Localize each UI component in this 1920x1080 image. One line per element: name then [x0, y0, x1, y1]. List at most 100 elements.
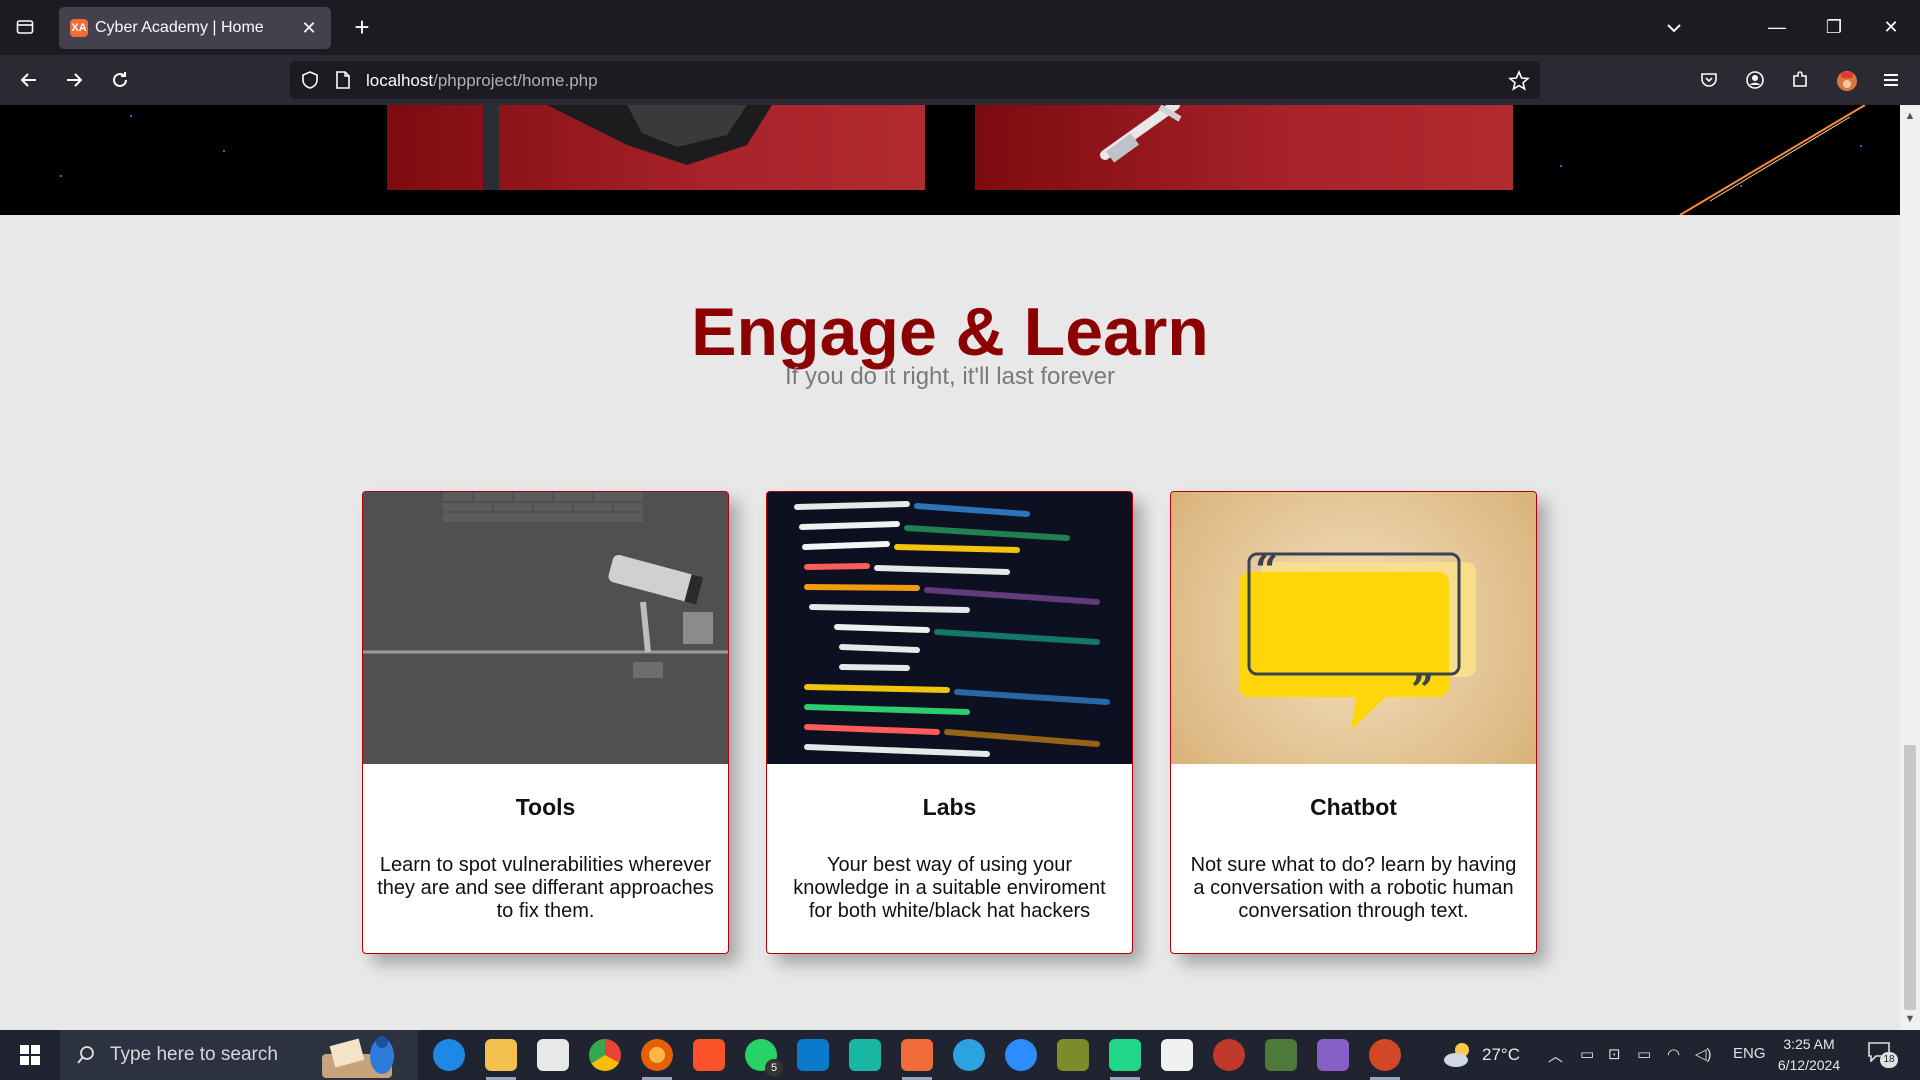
- address-bar[interactable]: localhost/phpproject/home.php: [290, 61, 1540, 99]
- svg-text:“: “: [1255, 547, 1278, 594]
- security-camera-icon: [363, 492, 728, 764]
- code-screen-icon: [767, 492, 1132, 764]
- new-tab-button[interactable]: +: [346, 12, 378, 44]
- battery-icon[interactable]: ▭: [1637, 1045, 1651, 1063]
- browser-tab-bar: XA Cyber Academy | Home ✕ + — ❐ ✕: [0, 0, 1920, 55]
- hacker-figure-icon: [483, 105, 772, 190]
- card-title: Labs: [922, 794, 977, 820]
- card-image-tools: [363, 492, 728, 764]
- device-icon[interactable]: ⊡: [1608, 1045, 1621, 1063]
- profile-avatar-icon: [1837, 71, 1857, 91]
- section-subtitle: If you do it right, it'll last forever: [784, 363, 1116, 390]
- meet-icon[interactable]: ▭: [1580, 1045, 1594, 1063]
- flash-app-icon[interactable]: [849, 1039, 881, 1071]
- scroll-down-icon[interactable]: ▼: [1900, 1010, 1920, 1028]
- star-dot: [1560, 165, 1562, 167]
- visual-studio-app-icon[interactable]: [1317, 1039, 1349, 1071]
- page-icon[interactable]: [334, 70, 352, 90]
- telegram-app-icon[interactable]: [953, 1039, 985, 1071]
- whatsapp-badge: 5: [765, 1059, 783, 1077]
- chrome-app-icon[interactable]: [589, 1039, 621, 1071]
- url-path: /phpproject/home.php: [433, 71, 598, 90]
- notifications-button[interactable]: 18: [1868, 1042, 1898, 1068]
- start-button[interactable]: [0, 1030, 60, 1080]
- microsoft-store-app-icon[interactable]: [537, 1039, 569, 1071]
- browser-nav-bar: localhost/phpproject/home.php: [0, 55, 1920, 105]
- window-close-button[interactable]: ✕: [1873, 12, 1909, 42]
- profile-avatar-button[interactable]: [1829, 63, 1863, 97]
- card-text: Not sure what to do? learn by having a c…: [1190, 854, 1517, 922]
- account-button[interactable]: [1738, 63, 1772, 97]
- language-indicator[interactable]: ENG: [1733, 1045, 1766, 1062]
- tab-list-icon: [16, 20, 34, 34]
- reload-icon: [113, 72, 127, 87]
- hamburger-menu-icon: [1884, 74, 1898, 86]
- zoom-app-icon[interactable]: [1005, 1039, 1037, 1071]
- notification-count: 18: [1880, 1052, 1898, 1068]
- vscode-app-icon[interactable]: [797, 1039, 829, 1071]
- show-hidden-icons-icon[interactable]: ︿: [1548, 1045, 1563, 1066]
- card-image-chatbot: “ ”: [1171, 492, 1536, 764]
- card-chatbot[interactable]: “ ” Chatbot Not sure what to do? learn b…: [1170, 491, 1537, 954]
- web-page: Engage & Learn If you do it right, it'll…: [0, 105, 1900, 1030]
- pocket-icon: [1701, 73, 1717, 87]
- comet-streak-icon: [1679, 105, 1866, 215]
- hero-card-left[interactable]: [387, 105, 925, 190]
- capcut-app-icon[interactable]: [1161, 1039, 1193, 1071]
- window-minimize-button[interactable]: —: [1759, 12, 1795, 42]
- url-host: localhost: [366, 71, 434, 90]
- list-all-tabs-button[interactable]: [1660, 14, 1688, 42]
- clock-time: 3:25 AM: [1783, 1036, 1835, 1052]
- tab-close-button[interactable]: ✕: [297, 16, 321, 40]
- forward-button[interactable]: [57, 63, 91, 97]
- card-tools[interactable]: Tools Learn to spot vulnerabilities wher…: [362, 491, 729, 954]
- weather-widget[interactable]: 27°C: [1438, 1034, 1558, 1076]
- recorder-app-icon[interactable]: [1213, 1039, 1245, 1071]
- taskbar-search[interactable]: Type here to search: [60, 1030, 418, 1080]
- game-app-icon[interactable]: [1265, 1039, 1297, 1071]
- card-title: Tools: [515, 794, 576, 820]
- file-explorer-app-icon[interactable]: [485, 1039, 517, 1071]
- xampp-app-icon[interactable]: [901, 1039, 933, 1071]
- windows-taskbar: Type here to search 5 27°C ︿ ▭ ⊡ ▭ ◠ ◁) …: [0, 1030, 1920, 1080]
- page-scrollbar[interactable]: ▲ ▼: [1900, 105, 1920, 1030]
- back-button[interactable]: [12, 63, 46, 97]
- clock[interactable]: 3:25 AM 6/12/2024: [1764, 1034, 1854, 1076]
- card-image-labs: [767, 492, 1132, 764]
- wifi-icon[interactable]: ◠: [1667, 1045, 1680, 1063]
- active-tab[interactable]: XA Cyber Academy | Home ✕: [59, 7, 331, 49]
- extensions-button[interactable]: [1783, 63, 1817, 97]
- whatsapp-app-icon[interactable]: 5: [745, 1039, 783, 1077]
- card-title: Chatbot: [1310, 794, 1397, 820]
- app-menu-button[interactable]: [1874, 63, 1908, 97]
- card-text: Your best way of using your knowledge in…: [793, 854, 1106, 922]
- tab-list-button[interactable]: [8, 10, 42, 44]
- site-favicon-icon: XA: [70, 19, 88, 37]
- windows-logo-icon: [20, 1045, 40, 1065]
- tab-title: Cyber Academy | Home: [95, 19, 264, 36]
- reload-button[interactable]: [103, 63, 137, 97]
- firefox-app-icon[interactable]: [641, 1039, 673, 1071]
- search-icon: [77, 1046, 94, 1064]
- pycharm-app-icon[interactable]: [1109, 1039, 1141, 1071]
- powerpoint-app-icon[interactable]: [1369, 1039, 1401, 1071]
- hero-card-right[interactable]: [975, 105, 1513, 190]
- lambda-app-icon[interactable]: [1057, 1039, 1089, 1071]
- card-labs[interactable]: Labs Your best way of using your knowled…: [766, 491, 1133, 954]
- pocket-button[interactable]: [1692, 63, 1726, 97]
- volume-icon[interactable]: ◁): [1695, 1045, 1712, 1063]
- scrollbar-thumb[interactable]: [1904, 745, 1916, 1010]
- brave-app-icon[interactable]: [693, 1039, 725, 1071]
- hero-banner: [0, 105, 1900, 215]
- clock-date: 6/12/2024: [1777, 1057, 1841, 1073]
- weather-cloud-icon: [1444, 1043, 1469, 1067]
- star-dot: [223, 150, 225, 152]
- shield-icon[interactable]: [300, 70, 320, 90]
- edge-app-icon[interactable]: [433, 1039, 465, 1071]
- window-restore-button[interactable]: ❐: [1816, 12, 1852, 42]
- bookmark-star-icon[interactable]: [1508, 70, 1530, 92]
- quote-bubble-icon: “ ”: [1239, 547, 1476, 730]
- scroll-up-icon[interactable]: ▲: [1900, 107, 1920, 125]
- chevron-down-icon: [1667, 24, 1681, 33]
- search-highlight-illustration-icon: [322, 1036, 394, 1078]
